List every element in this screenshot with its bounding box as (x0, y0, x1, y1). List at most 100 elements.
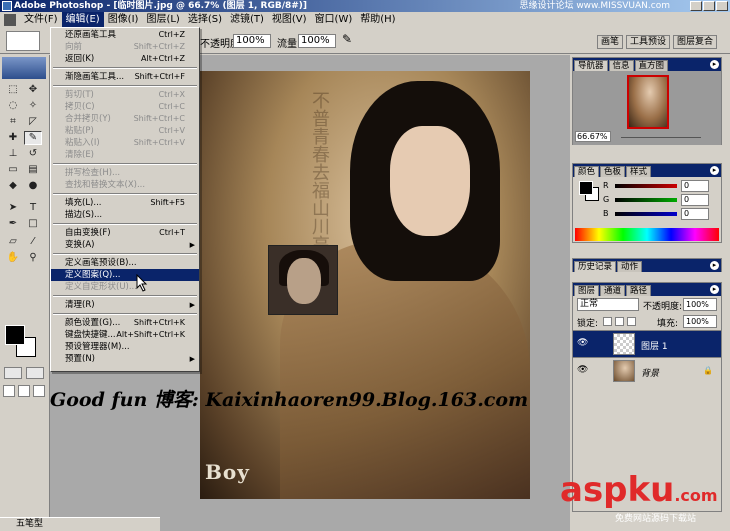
tab-histogram[interactable]: 直方图 (634, 60, 669, 71)
edit-menu-item[interactable]: 渐隐画笔工具... Shift+Ctrl+F (51, 71, 199, 83)
path-select-tool-icon[interactable]: ➤ (4, 201, 22, 215)
tab-styles[interactable]: 样式 (626, 166, 652, 177)
clone-stamp-tool-icon[interactable]: ⊥ (4, 147, 22, 161)
tab-channels[interactable]: 通道 (600, 285, 626, 296)
maximize-button[interactable] (703, 1, 715, 11)
zoom-tool-icon[interactable]: ⚲ (24, 251, 42, 265)
opacity-field[interactable]: 100% (233, 34, 271, 48)
layer-opacity-field[interactable]: 100% (683, 298, 717, 311)
close-button[interactable] (716, 1, 728, 11)
eye-icon[interactable]: 👁 (577, 365, 588, 375)
standard-mode-button[interactable] (4, 367, 22, 379)
standard-screen-button[interactable] (3, 385, 15, 397)
history-brush-tool-icon[interactable]: ↺ (24, 147, 42, 161)
tab-history[interactable]: 历史记录 (574, 261, 617, 272)
full-screen-menu-button[interactable] (18, 385, 30, 397)
edit-menu-item[interactable]: 变换(A) ▶ (51, 239, 199, 251)
navigator-zoom-field[interactable]: 66.67% (575, 131, 611, 142)
lasso-tool-icon[interactable]: ◌ (4, 99, 22, 113)
layer-row-1[interactable]: 👁 图层 1 (573, 330, 721, 357)
blur-tool-icon[interactable]: ◆ (4, 179, 22, 193)
brush-tool-icon[interactable]: ✎ (24, 131, 42, 145)
edit-menu-item[interactable]: 键盘快捷键... Alt+Shift+Ctrl+K (51, 329, 199, 341)
panel-menu-icon[interactable]: ▸ (710, 166, 719, 175)
panel-menu-icon[interactable]: ▸ (710, 60, 719, 69)
edit-menu-item[interactable]: 自由变换(F) Ctrl+T (51, 227, 199, 239)
tab-color[interactable]: 颜色 (574, 166, 600, 177)
brush-preset-picker[interactable] (6, 31, 40, 51)
edit-menu-item[interactable]: 颜色设置(G)... Shift+Ctrl+K (51, 317, 199, 329)
edit-menu-item[interactable]: 还原画笔工具 Ctrl+Z (51, 29, 199, 41)
crop-tool-icon[interactable]: ⌗ (4, 115, 22, 129)
edit-menu-item[interactable]: 粘贴(P) Ctrl+V (51, 125, 199, 137)
fill-field[interactable]: 100% (683, 315, 717, 328)
edit-menu-item[interactable]: 合并拷贝(Y) Shift+Ctrl+C (51, 113, 199, 125)
toolbox-banner[interactable] (2, 57, 46, 79)
marquee-tool-icon[interactable]: ⬚ (4, 83, 22, 97)
notes-tool-icon[interactable]: ▱ (4, 235, 22, 249)
tab-paths[interactable]: 路径 (626, 285, 652, 296)
lock-position-icon[interactable] (627, 317, 636, 326)
dodge-tool-icon[interactable]: ● (24, 179, 42, 193)
quick-mask-button[interactable] (26, 367, 44, 379)
full-screen-button[interactable] (33, 385, 45, 397)
flow-field[interactable]: 100% (298, 34, 336, 48)
navigator-thumbnail[interactable] (627, 75, 669, 129)
edit-menu-item[interactable]: 清理(R) ▶ (51, 299, 199, 311)
edit-menu-item[interactable]: 预置(N) ▶ (51, 353, 199, 365)
menu-help[interactable]: 帮助(H) (356, 12, 399, 27)
edit-menu-item[interactable]: 填充(L)... Shift+F5 (51, 197, 199, 209)
edit-menu-item[interactable]: 定义画笔预设(B)... (51, 257, 199, 269)
edit-menu-item[interactable]: 拷贝(C) Ctrl+C (51, 101, 199, 113)
pen-tool-icon[interactable]: ✒ (4, 217, 22, 231)
foreground-color-swatch[interactable] (5, 325, 25, 345)
panel-menu-icon[interactable]: ▸ (710, 285, 719, 294)
slice-tool-icon[interactable]: ◸ (24, 115, 42, 129)
edit-menu-item[interactable]: 剪切(T) Ctrl+X (51, 89, 199, 101)
color-spectrum-bar[interactable] (575, 228, 719, 241)
tab-layers[interactable]: 图层 (574, 285, 600, 296)
tab-info[interactable]: 信息 (608, 60, 634, 71)
tab-swatches[interactable]: 色板 (600, 166, 626, 177)
eyedropper-tool-icon[interactable]: ⁄ (24, 235, 42, 249)
eraser-tool-icon[interactable]: ▭ (4, 163, 22, 177)
edit-menu-item[interactable]: 描边(S)... (51, 209, 199, 221)
shape-tool-icon[interactable]: □ (24, 217, 42, 231)
eye-icon[interactable]: 👁 (577, 338, 588, 348)
move-tool-icon[interactable]: ✥ (24, 83, 42, 97)
menu-filter[interactable]: 滤镜(T) (226, 12, 268, 27)
channel-slider[interactable] (615, 198, 677, 202)
tab-actions[interactable]: 动作 (617, 261, 643, 272)
menu-file[interactable]: 文件(F) (20, 12, 62, 27)
menu-window[interactable]: 窗口(W) (311, 12, 357, 27)
edit-menu-item[interactable]: 粘贴入(I) Shift+Ctrl+V (51, 137, 199, 149)
channel-value-field[interactable]: 0 (681, 208, 709, 220)
gradient-tool-icon[interactable]: ▤ (24, 163, 42, 177)
lock-image-icon[interactable] (615, 317, 624, 326)
channel-slider[interactable] (615, 184, 677, 188)
tab-navigator[interactable]: 导航器 (574, 60, 608, 71)
lock-transparency-icon[interactable] (603, 317, 612, 326)
minimize-button[interactable] (690, 1, 702, 11)
tab-layer-comps[interactable]: 图层复合 (673, 35, 718, 49)
document-image[interactable]: 不普青春去福山川高 (200, 71, 530, 499)
edit-menu-item[interactable]: 向前 Shift+Ctrl+Z (51, 41, 199, 53)
healing-brush-tool-icon[interactable]: ✚ (4, 131, 22, 145)
edit-menu-item[interactable]: 定义自定形状(U)... (51, 281, 199, 293)
channel-slider[interactable] (615, 212, 677, 216)
panel-menu-icon[interactable]: ▸ (710, 261, 719, 270)
menu-image[interactable]: 图像(I) (104, 12, 143, 27)
type-tool-icon[interactable]: T (24, 201, 42, 215)
edit-menu-item[interactable]: 返回(K) Alt+Ctrl+Z (51, 53, 199, 65)
channel-value-field[interactable]: 0 (681, 194, 709, 206)
menu-edit[interactable]: 编辑(E) (61, 12, 104, 27)
menu-layer[interactable]: 图层(L) (142, 12, 183, 27)
magic-wand-tool-icon[interactable]: ✧ (24, 99, 42, 113)
navigator-zoom-slider[interactable] (621, 137, 701, 138)
layer-row-background[interactable]: 👁 背景 🔒 (573, 357, 721, 384)
menu-select[interactable]: 选择(S) (184, 12, 226, 27)
edit-menu-item[interactable]: 清除(E) (51, 149, 199, 161)
blend-mode-select[interactable]: 正常 (577, 298, 639, 311)
channel-value-field[interactable]: 0 (681, 180, 709, 192)
edit-menu-item[interactable]: 查找和替换文本(X)... (51, 179, 199, 191)
